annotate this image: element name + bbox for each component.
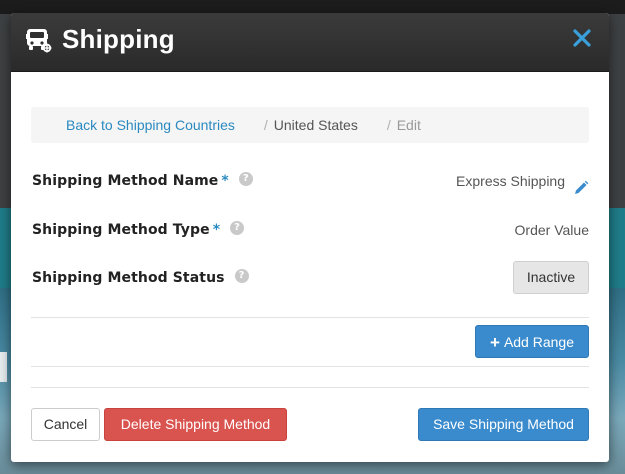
shipping-method-name-label: Shipping Method Name *? [32,163,253,199]
breadcrumb: Back to Shipping Countries / United States… [31,107,589,143]
shipping-method-name-value: Express Shipping [456,163,589,199]
shipping-method-type-value: Order Value [514,222,589,238]
background-element [0,352,7,382]
shipping-method-type-label: Shipping Method Type *? [32,212,245,248]
modal-header: Shipping [11,13,609,72]
breadcrumb-current: Edit [396,117,421,133]
name-value-text: Express Shipping [456,173,565,189]
background-topbar [0,0,625,14]
breadcrumb-separator: / [386,117,391,133]
label-text: Shipping Method Status [32,270,225,286]
shipping-method-status-label: Shipping Method Status? [32,260,249,296]
breadcrumb-country: United States [273,117,358,133]
help-icon[interactable]: ? [234,269,249,283]
help-icon[interactable]: ? [238,172,253,186]
close-icon[interactable] [571,27,593,49]
divider [31,366,589,367]
required-marker: * [212,222,221,238]
plus-icon: + [490,333,500,352]
cancel-button[interactable]: Cancel [31,408,100,441]
breadcrumb-separator: / [263,117,268,133]
breadcrumb-back-link[interactable]: Back to Shipping Countries [66,117,235,133]
save-shipping-method-button[interactable]: Save Shipping Method [418,408,589,441]
pencil-icon[interactable] [573,173,589,195]
shipping-method-status-row: Shipping Method Status? Inactive [31,260,589,296]
shipping-method-name-row: Shipping Method Name *? Express Shipping [31,163,589,199]
shipping-modal: Shipping Back to Shipping Countries / Unit… [11,13,609,462]
add-range-label: Add Range [503,334,574,350]
divider [31,317,589,318]
label-text: Shipping Method Type [32,222,210,238]
delete-shipping-method-button[interactable]: Delete Shipping Method [104,408,287,441]
status-toggle-button[interactable]: Inactive [513,261,589,294]
add-range-button[interactable]: + Add Range [475,325,589,358]
footer-divider [31,387,589,388]
shipping-method-type-row: Shipping Method Type *? Order Value [31,212,589,248]
truck-icon [25,27,53,55]
label-text: Shipping Method Name [32,173,219,189]
help-icon[interactable]: ? [230,221,245,235]
modal-title: Shipping [62,24,175,54]
required-marker: * [221,173,229,189]
